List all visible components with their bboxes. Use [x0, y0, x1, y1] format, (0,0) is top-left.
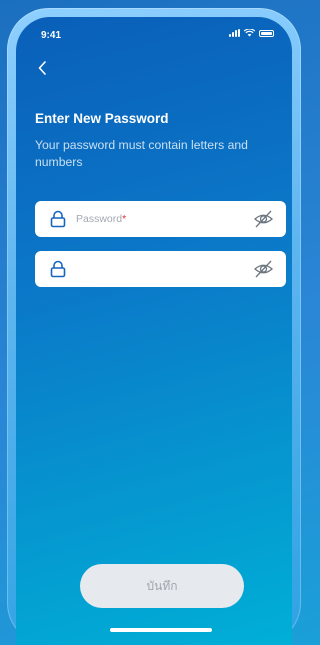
home-indicator [110, 628, 212, 632]
password-field[interactable]: Password* [35, 201, 286, 237]
confirm-password-input[interactable] [76, 251, 246, 287]
signal-icon [229, 29, 240, 37]
page-title: Enter New Password [35, 111, 169, 126]
back-button[interactable] [33, 58, 53, 78]
status-icons [229, 29, 274, 37]
password-input[interactable] [76, 201, 246, 237]
battery-icon [259, 29, 274, 37]
status-bar: 9:41 [16, 17, 292, 53]
screen: 9:41 Enter New Password Your password mu… [16, 17, 292, 645]
eye-off-icon[interactable] [253, 210, 274, 228]
lock-icon [50, 260, 66, 278]
confirm-password-field[interactable] [35, 251, 286, 287]
page-subtitle: Your password must contain letters and n… [35, 138, 248, 169]
save-button[interactable]: บันทึก [80, 564, 244, 608]
status-time: 9:41 [41, 30, 62, 41]
back-icon [38, 61, 46, 75]
eye-off-icon[interactable] [253, 260, 274, 278]
lock-icon [50, 210, 66, 228]
wifi-icon [244, 29, 255, 37]
